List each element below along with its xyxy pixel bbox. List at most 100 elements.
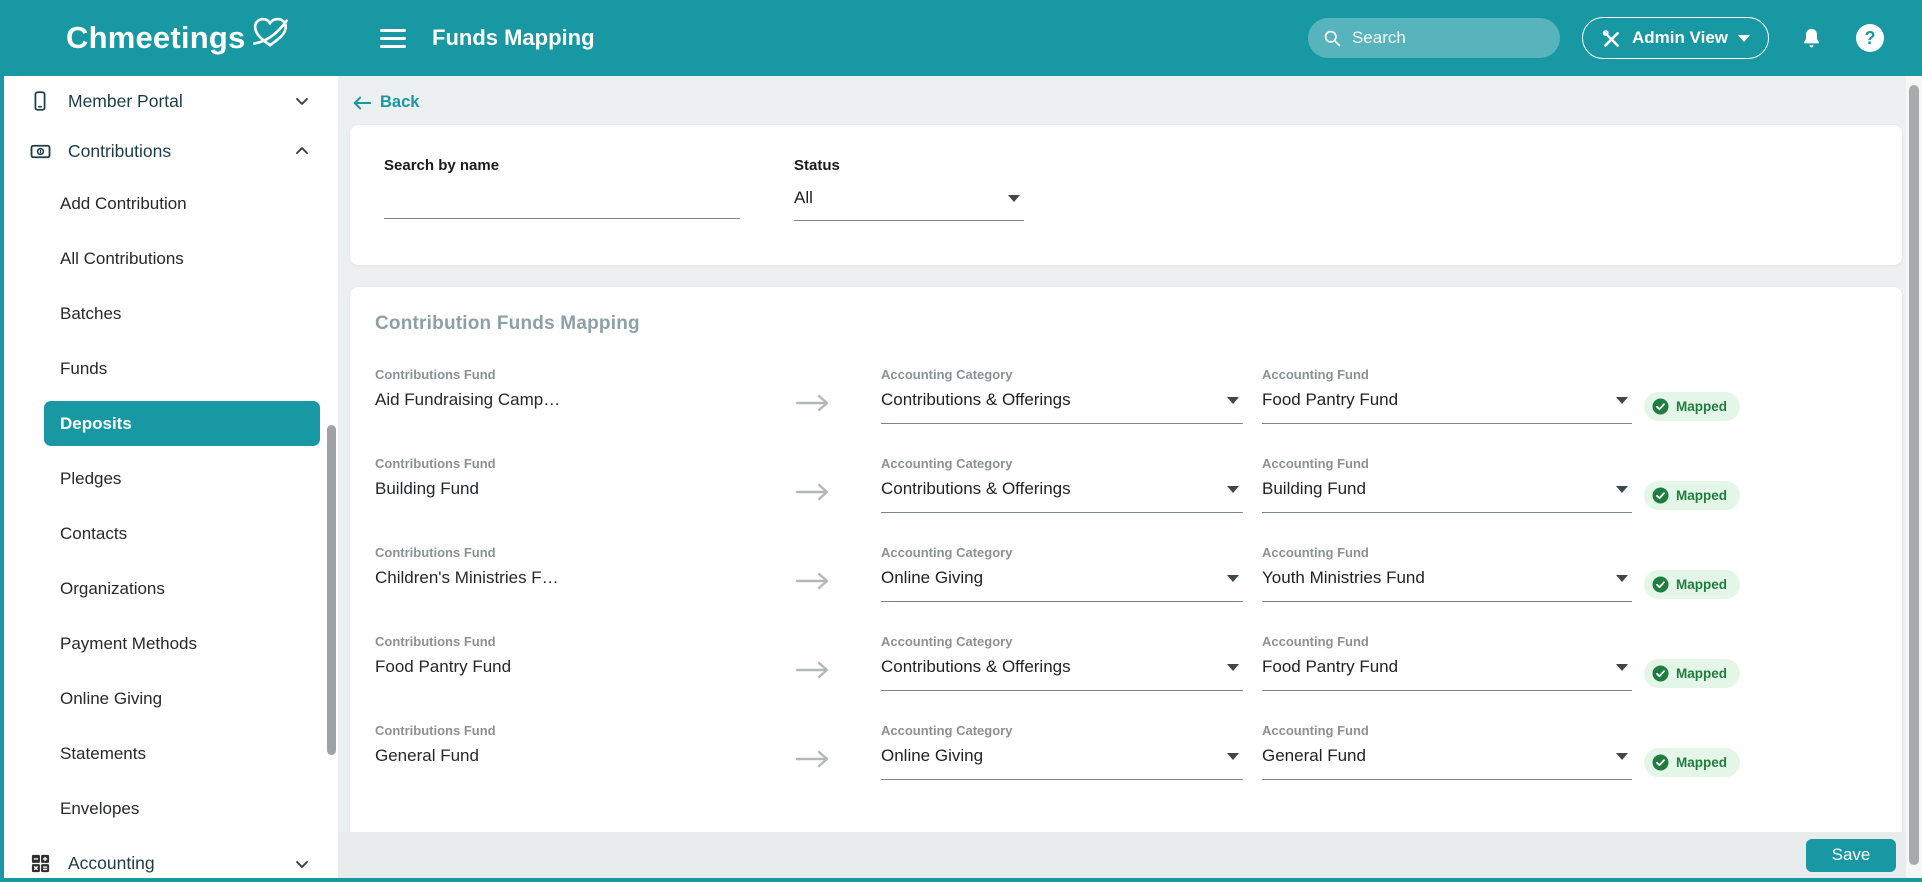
accounting-category-value: Contributions & Offerings xyxy=(881,479,1071,498)
sidebar-item-all-contributions[interactable]: All Contributions xyxy=(4,231,338,286)
contributions-fund-value: Children's Ministries F… xyxy=(375,568,559,587)
page-scrollbar-thumb[interactable] xyxy=(1909,85,1919,865)
accounting-category-select[interactable]: Contributions & Offerings xyxy=(881,471,1243,513)
page-scrollbar-track[interactable] xyxy=(1906,76,1922,878)
status-value: All xyxy=(794,188,813,207)
accounting-fund-select[interactable]: Food Pantry Fund xyxy=(1262,649,1632,691)
sidebar-item-label: Online Giving xyxy=(60,688,163,708)
sidebar-item-label: Accounting xyxy=(68,853,155,873)
check-circle-icon xyxy=(1652,665,1669,682)
status-select[interactable]: All xyxy=(794,178,1024,221)
contributions-fund-label: Contributions Fund xyxy=(375,634,496,649)
brand-heart-icon xyxy=(249,15,291,56)
accounting-category-value: Contributions & Offerings xyxy=(881,390,1071,409)
accounting-category-select[interactable]: Online Giving xyxy=(881,738,1243,780)
sidebar-item-payment-methods[interactable]: Payment Methods xyxy=(4,616,338,671)
check-circle-icon xyxy=(1652,576,1669,593)
dropdown-caret-icon xyxy=(1227,663,1239,671)
accounting-fund-label: Accounting Fund xyxy=(1262,634,1369,649)
accounting-fund-value: Food Pantry Fund xyxy=(1262,657,1399,676)
funds-mapping-card: Contribution Funds Mapping Contributions… xyxy=(350,287,1902,838)
notifications-button[interactable] xyxy=(1799,26,1824,51)
dropdown-caret-icon xyxy=(1227,574,1239,582)
status-label: Status xyxy=(794,157,840,174)
tools-icon xyxy=(1601,28,1622,49)
sidebar-item-accounting[interactable]: Accounting xyxy=(4,836,338,878)
sidebar-item-online-giving[interactable]: Online Giving xyxy=(4,671,338,726)
status-badge: Mapped xyxy=(1644,723,1741,780)
admin-view-button[interactable]: Admin View xyxy=(1581,17,1769,59)
accounting-category-value: Online Giving xyxy=(881,568,984,587)
status-badge: Mapped xyxy=(1644,367,1741,424)
accounting-fund-select[interactable]: Food Pantry Fund xyxy=(1262,382,1632,424)
accounting-fund-value: General Fund xyxy=(1262,746,1366,765)
dropdown-caret-icon xyxy=(1616,574,1628,582)
brand-logo[interactable]: Chmeetings xyxy=(4,17,334,56)
search-by-name-field: Search by name xyxy=(384,157,740,265)
status-badge-label: Mapped xyxy=(1676,488,1728,503)
bell-icon xyxy=(1803,28,1820,47)
check-circle-icon xyxy=(1652,487,1669,504)
status-badge: Mapped xyxy=(1644,634,1741,691)
sidebar-scrollbar[interactable] xyxy=(327,425,336,755)
sidebar-item-organizations[interactable]: Organizations xyxy=(4,561,338,616)
mapping-row: Contributions Fund Aid Fundraising Camp…… xyxy=(375,367,1902,424)
sidebar-item-contacts[interactable]: Contacts xyxy=(4,506,338,561)
sidebar-item-label: Contributions xyxy=(68,140,172,161)
dropdown-caret-icon xyxy=(1616,396,1628,404)
check-circle-icon xyxy=(1652,398,1669,415)
mapping-row: Contributions Fund General Fund Accounti… xyxy=(375,723,1902,780)
page-title: Funds Mapping xyxy=(432,25,595,50)
top-header: Chmeetings Funds Mapping Search Admin Vi… xyxy=(4,0,1922,76)
accounting-fund-label: Accounting Fund xyxy=(1262,456,1369,471)
section-title: Contribution Funds Mapping xyxy=(375,313,640,334)
chevron-down-icon xyxy=(1738,34,1750,42)
search-input[interactable] xyxy=(1351,28,1546,48)
admin-view-label: Admin View xyxy=(1631,28,1728,47)
accounting-category-value: Contributions & Offerings xyxy=(881,657,1071,676)
accounting-fund-label: Accounting Fund xyxy=(1262,723,1369,738)
contributions-fund-label: Contributions Fund xyxy=(375,367,496,382)
menu-toggle-icon[interactable] xyxy=(380,28,406,48)
money-icon xyxy=(28,140,52,163)
status-badge-label: Mapped xyxy=(1676,399,1728,414)
accounting-category-select[interactable]: Online Giving xyxy=(881,560,1243,602)
chevron-down-icon xyxy=(292,854,312,874)
sidebar-item-label: Envelopes xyxy=(60,798,140,818)
back-label: Back xyxy=(380,93,420,111)
accounting-fund-select[interactable]: Building Fund xyxy=(1262,471,1632,513)
save-button[interactable]: Save xyxy=(1806,838,1896,872)
sidebar-item-envelopes[interactable]: Envelopes xyxy=(4,781,338,836)
back-button[interactable]: Back xyxy=(352,93,419,112)
search-by-name-input[interactable] xyxy=(384,174,740,219)
dropdown-caret-icon xyxy=(1616,663,1628,671)
check-circle-icon xyxy=(1652,754,1669,771)
global-search[interactable] xyxy=(1307,18,1560,58)
sidebar-item-batches[interactable]: Batches xyxy=(4,286,338,341)
sidebar-item-statements[interactable]: Statements xyxy=(4,726,338,781)
accounting-category-select[interactable]: Contributions & Offerings xyxy=(881,649,1243,691)
contributions-fund-label: Contributions Fund xyxy=(375,456,496,471)
sidebar-item-add-contribution[interactable]: Add Contribution xyxy=(4,176,338,231)
search-icon xyxy=(1322,28,1342,48)
mapping-row: Contributions Fund Building Fund Account… xyxy=(375,456,1902,513)
accounting-category-label: Accounting Category xyxy=(881,634,1013,649)
status-badge-label: Mapped xyxy=(1676,666,1728,681)
help-button[interactable]: ? xyxy=(1856,24,1884,52)
filters-card: Search by name Status All xyxy=(350,125,1902,265)
sidebar-item-contributions[interactable]: Contributions xyxy=(4,126,338,176)
sidebar-item-pledges[interactable]: Pledges xyxy=(4,451,338,506)
maps-to-arrow-icon xyxy=(745,456,881,513)
accounting-category-select[interactable]: Contributions & Offerings xyxy=(881,382,1243,424)
accounting-category-label: Accounting Category xyxy=(881,367,1013,382)
sidebar-item-deposits[interactable]: Deposits xyxy=(44,401,320,446)
sidebar-item-member-portal[interactable]: Member Portal xyxy=(4,76,338,126)
contributions-fund-value: Building Fund xyxy=(375,479,479,498)
sidebar-item-funds[interactable]: Funds xyxy=(4,341,338,396)
accounting-fund-select[interactable]: Youth Ministries Fund xyxy=(1262,560,1632,602)
accounting-fund-select[interactable]: General Fund xyxy=(1262,738,1632,780)
accounting-category-label: Accounting Category xyxy=(881,545,1013,560)
accounting-fund-label: Accounting Fund xyxy=(1262,545,1369,560)
contributions-fund-value: Food Pantry Fund xyxy=(375,657,512,676)
chevron-up-icon xyxy=(292,141,312,161)
